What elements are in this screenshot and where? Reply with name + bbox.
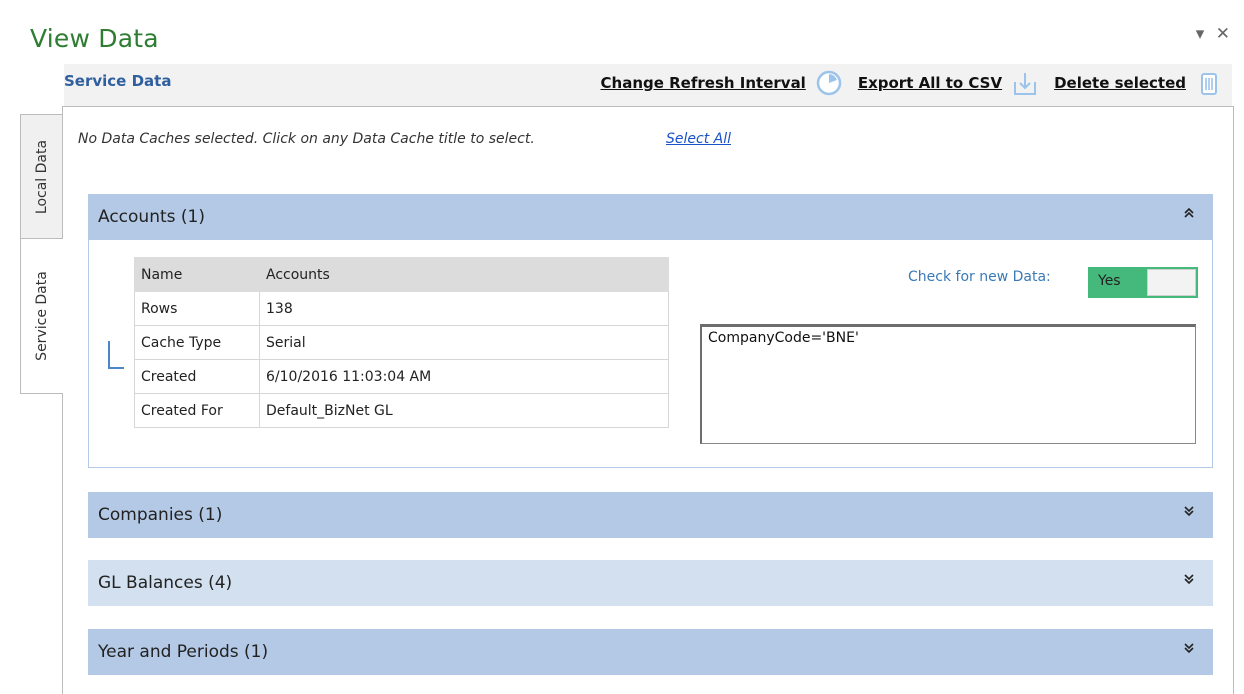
prop-value: Serial xyxy=(259,325,669,360)
prop-value: 6/10/2016 11:03:04 AM xyxy=(259,359,669,394)
tab-service-data-label: Service Data xyxy=(34,271,50,361)
clock-icon[interactable] xyxy=(816,70,842,96)
check-new-data-label: Check for new Data: xyxy=(908,269,1051,285)
prop-value: Accounts xyxy=(259,257,669,292)
section-title: Year and Periods (1) xyxy=(98,642,269,662)
change-refresh-interval-button[interactable]: Change Refresh Interval xyxy=(601,74,806,92)
section-year-periods-header[interactable]: Year and Periods (1) xyxy=(88,629,1213,675)
toggle-state-label: Yes xyxy=(1098,273,1121,289)
select-all-link[interactable]: Select All xyxy=(666,131,731,147)
trash-icon[interactable] xyxy=(1196,70,1222,96)
prop-value: Default_BizNet GL xyxy=(259,393,669,428)
tab-service-data[interactable]: Service Data xyxy=(20,238,63,394)
cache-details-table: Name Accounts Rows 138 Cache Type Serial Cr… xyxy=(134,257,669,428)
section-companies-header[interactable]: Companies (1) xyxy=(88,492,1213,538)
table-row: Name Accounts xyxy=(134,257,669,292)
table-row: Rows 138 xyxy=(134,291,669,326)
toolbar: Service Data Change Refresh Interval Exp… xyxy=(64,64,1232,106)
pane-title: View Data xyxy=(30,24,159,53)
export-csv-button[interactable]: Export All to CSV xyxy=(858,74,1002,92)
toolbar-actions: Change Refresh Interval Export All to CS… xyxy=(601,70,1226,96)
prop-key: Created For xyxy=(134,393,260,428)
prop-value: 138 xyxy=(259,291,669,326)
table-row: Created 6/10/2016 11:03:04 AM xyxy=(134,359,669,394)
pane-dropdown-icon[interactable]: ▾ xyxy=(1196,24,1205,44)
table-row: Created For Default_BizNet GL xyxy=(134,393,669,428)
prop-key: Cache Type xyxy=(134,325,260,360)
download-icon[interactable] xyxy=(1012,70,1038,96)
section-title: Companies (1) xyxy=(98,505,223,525)
chevron-up-icon[interactable] xyxy=(1183,207,1195,223)
section-title: GL Balances (4) xyxy=(98,573,233,593)
table-row: Cache Type Serial xyxy=(134,325,669,360)
tab-local-data[interactable]: Local Data xyxy=(20,114,62,240)
chevron-down-icon[interactable] xyxy=(1183,642,1195,658)
select-cache-checkbox[interactable] xyxy=(108,341,124,369)
section-gl-balances-header[interactable]: GL Balances (4) xyxy=(88,560,1213,606)
chevron-down-icon[interactable] xyxy=(1183,505,1195,521)
toggle-thumb[interactable] xyxy=(1147,269,1196,296)
filter-textarea[interactable]: CompanyCode='BNE' xyxy=(700,324,1196,444)
section-accounts-header[interactable]: Accounts (1) xyxy=(88,194,1213,240)
close-icon[interactable]: ✕ xyxy=(1216,24,1230,44)
chevron-down-icon[interactable] xyxy=(1183,573,1195,589)
prop-key: Name xyxy=(134,257,260,292)
no-selection-message: No Data Caches selected. Click on any Da… xyxy=(78,131,535,147)
prop-key: Created xyxy=(134,359,260,394)
tab-local-data-label: Local Data xyxy=(33,139,50,215)
prop-key: Rows xyxy=(134,291,260,326)
check-new-data-toggle[interactable]: Yes xyxy=(1088,267,1198,298)
section-title: Accounts (1) xyxy=(98,207,205,227)
delete-selected-button[interactable]: Delete selected xyxy=(1054,74,1186,92)
toolbar-title: Service Data xyxy=(64,72,172,90)
pane-controls: ▾ ✕ xyxy=(1190,24,1230,44)
